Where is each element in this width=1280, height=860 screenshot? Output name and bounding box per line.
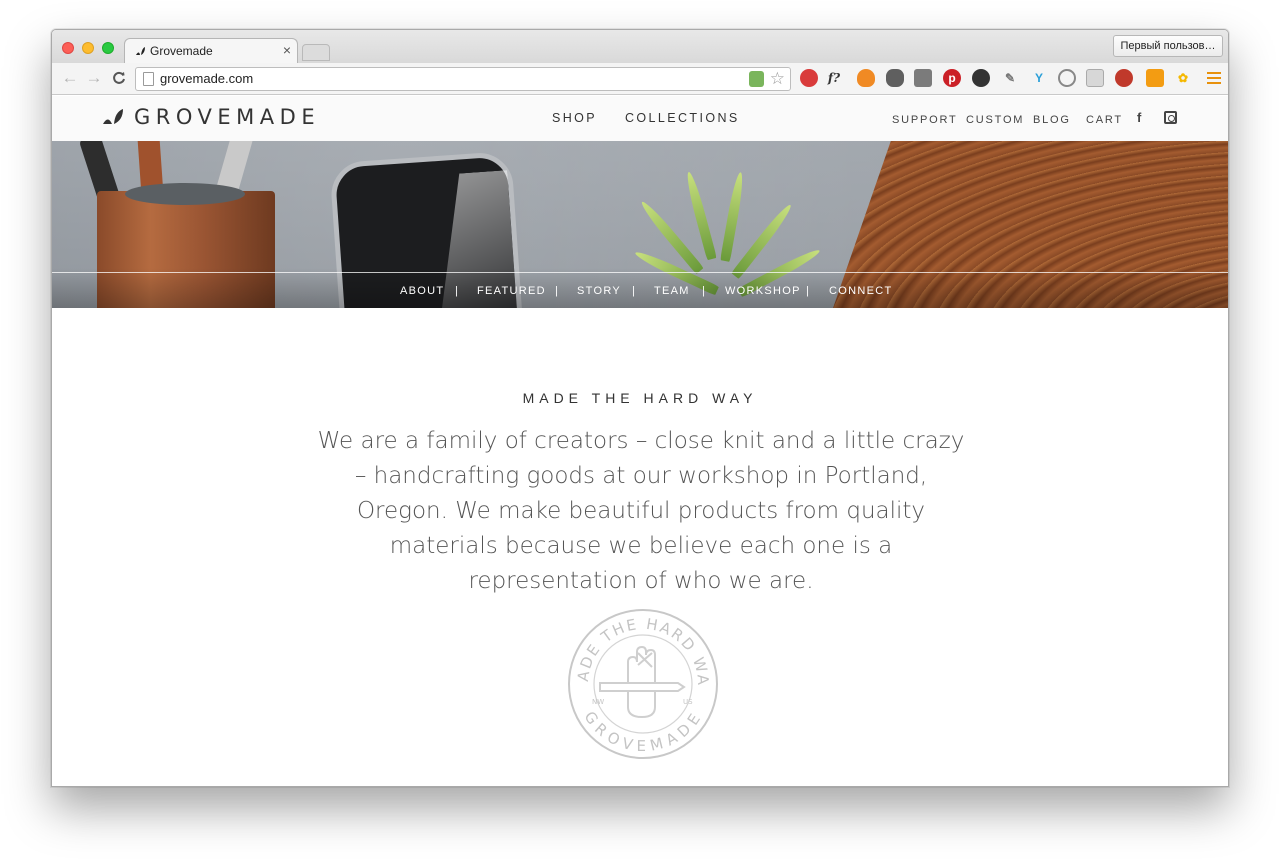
font-icon[interactable]: f? bbox=[825, 69, 843, 87]
hero-banner: ABOUT | FEATURED | STORY | TEAM | WORKSH… bbox=[52, 141, 1228, 308]
new-tab-button[interactable] bbox=[302, 44, 330, 61]
nav-cart[interactable]: CART bbox=[1086, 114, 1123, 126]
fire-icon[interactable] bbox=[857, 69, 875, 87]
browser-toolbar: ← → grovemade.com ☆ f? p ✎ Y ✿ bbox=[52, 63, 1228, 95]
nav-blog[interactable]: BLOG bbox=[1033, 114, 1071, 126]
eyedropper-icon[interactable]: ✎ bbox=[1001, 69, 1019, 87]
grovemade-favicon-icon bbox=[136, 47, 145, 55]
badge-bottom-text: GROVEMADE bbox=[580, 708, 702, 755]
shopify-icon[interactable] bbox=[749, 71, 764, 87]
nav-support[interactable]: SUPPORT bbox=[892, 114, 958, 126]
nav-shop[interactable]: SHOP bbox=[552, 111, 597, 125]
evernote-icon[interactable] bbox=[886, 69, 904, 87]
subnav-story[interactable]: STORY bbox=[577, 285, 621, 297]
intro-paragraph: We are a family of creators – close knit… bbox=[317, 428, 965, 594]
timer-icon[interactable] bbox=[1115, 69, 1133, 87]
hand-pencil-icon bbox=[599, 645, 686, 719]
subnav-separator: | bbox=[455, 285, 458, 297]
menu-icon[interactable] bbox=[1207, 72, 1221, 74]
subnav-featured[interactable]: FEATURED bbox=[477, 285, 546, 297]
grovemade-logo-icon[interactable] bbox=[102, 108, 124, 126]
url-text: grovemade.com bbox=[160, 71, 254, 86]
close-window-button[interactable] bbox=[62, 42, 74, 54]
nav-custom[interactable]: CUSTOM bbox=[966, 114, 1024, 126]
profile-button[interactable]: Первый пользов… bbox=[1113, 35, 1223, 57]
badge-right-text: US bbox=[683, 698, 693, 706]
reader-icon[interactable] bbox=[1086, 69, 1104, 87]
page-icon bbox=[143, 72, 154, 86]
subnav-separator: | bbox=[806, 285, 809, 297]
tab-close-icon[interactable]: × bbox=[283, 42, 291, 58]
browser-tab[interactable]: Grovemade × bbox=[124, 38, 298, 64]
subnav-about[interactable]: ABOUT bbox=[400, 285, 444, 297]
nav-collections[interactable]: COLLECTIONS bbox=[625, 111, 740, 125]
badge-left-text: NW bbox=[592, 698, 604, 706]
subnav-team[interactable]: TEAM bbox=[654, 285, 690, 297]
minimize-window-button[interactable] bbox=[82, 42, 94, 54]
tab-title: Grovemade bbox=[150, 44, 213, 58]
instagram-icon[interactable] bbox=[1164, 111, 1177, 124]
tab-strip: Grovemade × Первый пользов… bbox=[52, 30, 1228, 64]
refresh-circle-icon[interactable] bbox=[1058, 69, 1076, 87]
made-the-hard-way-badge: MADE THE HARD WAY GROVEMADE NW US bbox=[566, 607, 718, 759]
filter-icon[interactable]: Y bbox=[1030, 69, 1048, 87]
subnav-separator: | bbox=[632, 285, 635, 297]
svg-text:GROVEMADE: GROVEMADE bbox=[580, 708, 705, 755]
forward-arrow-icon[interactable]: → bbox=[84, 68, 104, 88]
camera-icon[interactable] bbox=[972, 69, 990, 87]
browser-window: Grovemade × Первый пользов… ← → grovemad… bbox=[51, 29, 1229, 787]
zoom-window-button[interactable] bbox=[102, 42, 114, 54]
paw-icon[interactable]: ✿ bbox=[1174, 69, 1192, 87]
subnav-separator: | bbox=[555, 285, 558, 297]
bookmark-star-icon[interactable]: ☆ bbox=[770, 69, 785, 89]
back-arrow-icon[interactable]: ← bbox=[60, 68, 80, 88]
tagline: MADE THE HARD WAY bbox=[522, 390, 758, 406]
subnav-connect[interactable]: CONNECT bbox=[829, 285, 893, 297]
address-bar[interactable]: grovemade.com ☆ bbox=[135, 67, 791, 91]
analytics-icon[interactable] bbox=[1146, 69, 1164, 87]
reload-icon[interactable] bbox=[109, 68, 129, 88]
pinterest-icon[interactable]: p bbox=[943, 69, 961, 87]
pocket-icon[interactable] bbox=[914, 69, 932, 87]
site-header: GROVEMADE SHOP COLLECTIONS SUPPORT CUSTO… bbox=[52, 96, 1228, 141]
facebook-icon[interactable]: f bbox=[1137, 110, 1141, 125]
hero-divider bbox=[52, 272, 1228, 273]
subnav-separator: | bbox=[702, 285, 705, 297]
adblock-icon[interactable] bbox=[800, 69, 818, 87]
logo-text[interactable]: GROVEMADE bbox=[134, 105, 320, 129]
subnav-workshop[interactable]: WORKSHOP bbox=[725, 285, 801, 297]
